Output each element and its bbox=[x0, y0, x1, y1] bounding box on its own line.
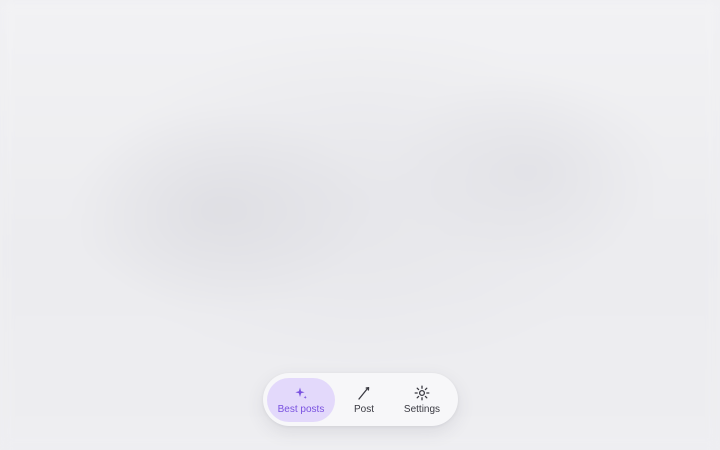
tab-settings[interactable]: Settings bbox=[393, 378, 451, 422]
tab-label-settings: Settings bbox=[403, 403, 441, 415]
bottom-tab-bar: Best posts Post Settings bbox=[263, 373, 458, 426]
tab-label-best-posts: Best posts bbox=[277, 403, 325, 415]
tab-label-post: Post bbox=[353, 403, 374, 415]
tab-best-posts[interactable]: Best posts bbox=[267, 377, 335, 422]
gear-icon bbox=[414, 385, 430, 400]
pen-icon bbox=[358, 386, 370, 400]
sparkle-icon bbox=[295, 387, 307, 399]
tab-post[interactable]: Post bbox=[335, 378, 393, 422]
